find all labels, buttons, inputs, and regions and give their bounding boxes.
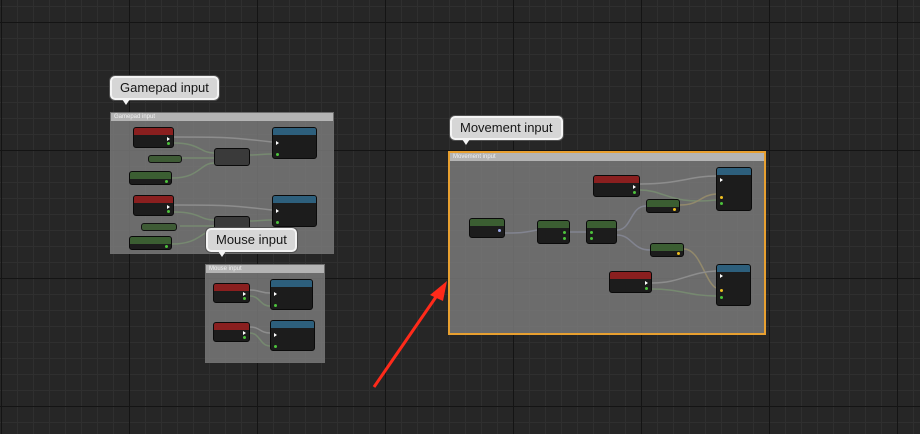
mouse-add-input-node[interactable] [270,279,313,310]
movement-forward-event-node[interactable] [593,175,640,197]
mouse-axis-event-node[interactable] [213,283,250,303]
mouse-comment-bubble[interactable]: Mouse input [206,228,297,257]
movement-forward-vector-node[interactable] [646,199,680,213]
gamepad-getter-node-2[interactable] [129,236,172,250]
movement-add-input-node-2[interactable] [716,264,751,306]
movement-make-rotator-node[interactable] [537,220,570,244]
movement-add-input-node[interactable] [716,167,752,211]
gamepad-add-input-node-2[interactable] [272,195,317,227]
gamepad-add-input-node[interactable] [272,127,317,159]
movement-comment-header: Movement input [450,153,764,161]
gamepad-axis-event-node[interactable] [133,127,174,148]
mouse-axis-event-node-2[interactable] [213,322,250,342]
mouse-comment-header: Mouse input [206,265,324,273]
movement-break-rotator-node[interactable] [586,220,617,244]
gamepad-multiply-node[interactable] [214,148,250,166]
gamepad-variable-node-2[interactable] [141,223,177,231]
annotation-arrow-icon [372,281,447,388]
mouse-add-input-node-2[interactable] [270,320,315,351]
gamepad-comment-bubble[interactable]: Gamepad input [110,76,219,105]
gamepad-getter-node[interactable] [129,171,172,185]
gamepad-variable-node[interactable] [148,155,182,163]
gamepad-axis-event-node-2[interactable] [133,195,174,216]
movement-right-vector-node[interactable] [650,243,684,257]
movement-right-event-node[interactable] [609,271,652,293]
movement-comment-bubble[interactable]: Movement input [450,116,563,145]
gamepad-comment-header: Gamepad input [111,113,333,121]
movement-rotation-node[interactable] [469,218,505,238]
